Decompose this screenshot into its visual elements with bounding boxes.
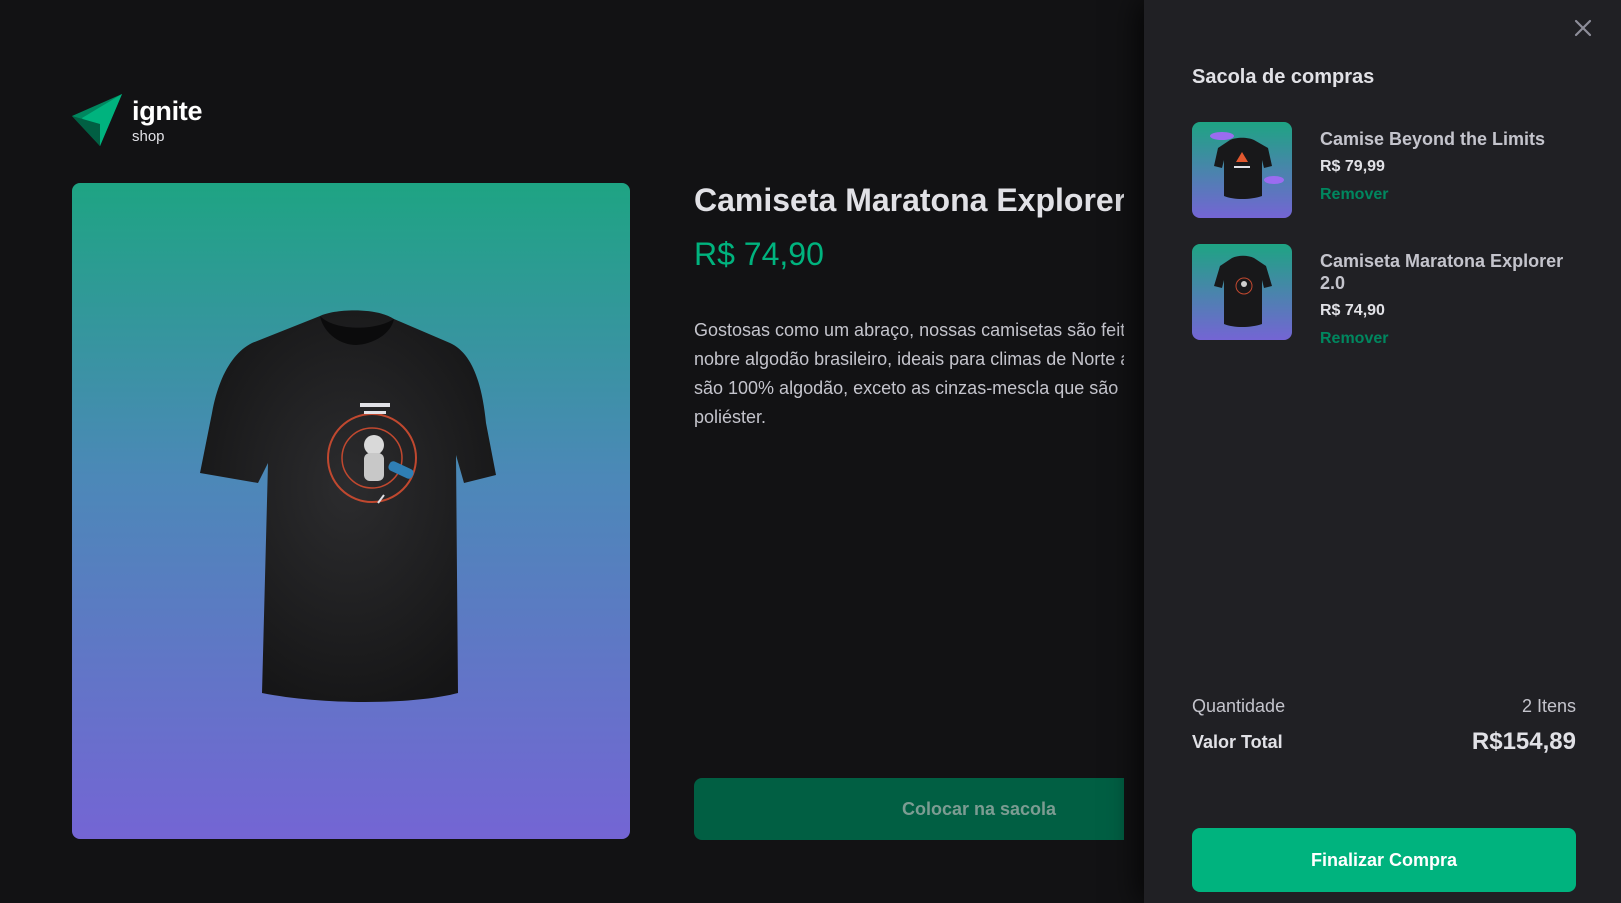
total-row: Valor Total R$154,89 <box>1192 728 1576 756</box>
total-value: R$154,89 <box>1471 728 1576 755</box>
cart-item-price: R$ 74,90 <box>1320 302 1385 319</box>
cart-title: Sacola de compras <box>1192 66 1375 88</box>
remove-item-button[interactable]: Remover <box>1320 186 1570 204</box>
cart-item-thumbnail <box>1192 122 1292 218</box>
product-image <box>72 183 630 839</box>
cart-drawer: Sacola de compras Camise Beyond the Limi… <box>1144 0 1621 903</box>
cart-item-name: Camise Beyond the Limits <box>1320 129 1546 149</box>
product-details: Camiseta Maratona Explorer 2.0 R$ 74,90 … <box>694 0 1124 903</box>
close-icon[interactable] <box>1571 16 1595 40</box>
quantity-label: Quantidade <box>1192 696 1286 716</box>
cart-item-thumbnail <box>1192 244 1292 340</box>
cart-item-price: R$ 79,99 <box>1320 158 1385 175</box>
cart-item-name: Camiseta Maratona Explorer 2.0 <box>1320 251 1564 293</box>
product-description: Gostosas como um abraço, nossas camiseta… <box>694 320 1124 427</box>
quantity-value: 2 Itens <box>1521 696 1576 716</box>
ignite-logo-icon <box>72 94 126 148</box>
add-to-bag-button[interactable]: Colocar na sacola <box>694 778 1124 840</box>
brand-name: ignite <box>132 96 203 126</box>
brand-sub: shop <box>132 128 165 145</box>
ignite-shop-logo[interactable]: ignite shop <box>72 94 203 148</box>
checkout-button[interactable]: Finalizar Compra <box>1192 828 1576 892</box>
product-price: R$ 74,90 <box>694 236 824 272</box>
quantity-row: Quantidade 2 Itens <box>1192 696 1576 717</box>
product-title: Camiseta Maratona Explorer 2.0 <box>694 182 1124 218</box>
total-label: Valor Total <box>1192 731 1283 752</box>
remove-item-button[interactable]: Remover <box>1320 330 1570 348</box>
